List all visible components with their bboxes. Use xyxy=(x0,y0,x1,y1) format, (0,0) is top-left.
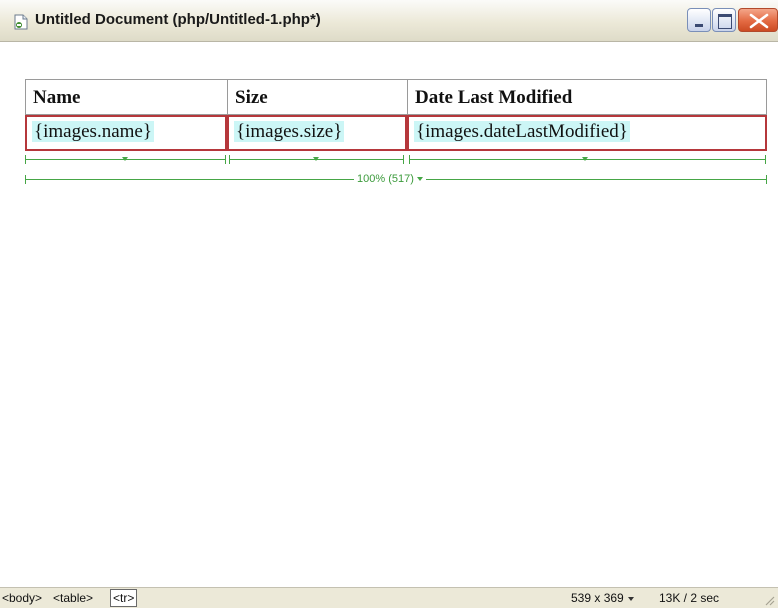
table-width-indicator: 100% (517) xyxy=(25,173,767,187)
minimize-button[interactable] xyxy=(687,8,711,32)
data-table[interactable]: Name Size Date Last Modified {images.nam… xyxy=(25,79,767,151)
header-cell-size[interactable]: Size xyxy=(227,79,407,115)
dynamic-text[interactable]: {images.name} xyxy=(32,121,154,142)
header-cell-name[interactable]: Name xyxy=(25,79,227,115)
column-menu-arrow-icon[interactable] xyxy=(582,157,588,161)
window-size-menu[interactable]: 539 x 369 xyxy=(571,591,634,605)
row-cell-name[interactable]: {images.name} xyxy=(25,115,227,151)
close-button[interactable] xyxy=(738,8,778,32)
column-menu-arrow-icon[interactable] xyxy=(122,157,128,161)
design-view[interactable]: Name Size Date Last Modified {images.nam… xyxy=(0,43,778,587)
tag-selector-tr[interactable]: <tr> xyxy=(110,589,138,607)
status-bar: <body> <table> <tr> 539 x 369 13K / 2 se… xyxy=(0,587,778,608)
header-label: Date Last Modified xyxy=(415,87,573,108)
php-document-icon xyxy=(13,14,29,30)
window-size-label: 539 x 369 xyxy=(571,591,624,605)
maximize-button[interactable] xyxy=(712,8,736,32)
row-cell-size[interactable]: {images.size} xyxy=(227,115,407,151)
row-cell-date[interactable]: {images.dateLastModified} xyxy=(407,115,767,151)
chevron-down-icon xyxy=(627,596,634,601)
table-width-label: 100% (517) xyxy=(357,173,414,185)
column-menu-arrow-icon[interactable] xyxy=(313,157,319,161)
table-width-menu[interactable]: 100% (517) xyxy=(354,173,426,185)
close-icon xyxy=(749,13,769,29)
resize-grip-icon[interactable] xyxy=(762,593,776,608)
dynamic-text[interactable]: {images.size} xyxy=(234,121,345,142)
header-label: Name xyxy=(33,87,81,108)
tag-selector-body[interactable]: <body> xyxy=(2,591,42,605)
chevron-down-icon xyxy=(416,177,423,182)
window-title: Untitled Document (php/Untitled-1.php*) xyxy=(35,11,321,28)
dynamic-text[interactable]: {images.dateLastModified} xyxy=(414,121,630,142)
tag-selector-table[interactable]: <table> xyxy=(53,591,93,605)
download-time: 13K / 2 sec xyxy=(659,591,720,605)
header-label: Size xyxy=(235,87,268,108)
window-titlebar[interactable]: Untitled Document (php/Untitled-1.php*) xyxy=(0,0,778,42)
column-width-indicator xyxy=(25,153,767,167)
header-cell-date[interactable]: Date Last Modified xyxy=(407,79,767,115)
